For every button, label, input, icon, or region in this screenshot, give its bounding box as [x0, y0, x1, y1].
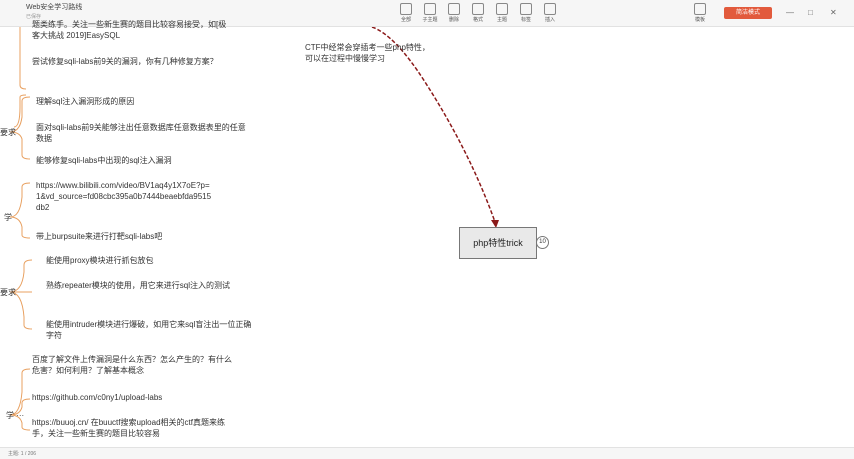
- ctf-note[interactable]: CTF中经常会穿插考一些php特性，可以在过程中慢慢学习: [305, 42, 433, 64]
- status-bar: 主题: 1 / 206: [0, 447, 854, 459]
- branch-label-upload-learn[interactable]: 学 ···: [6, 410, 24, 421]
- topic-burp-item-3[interactable]: 能使用intruder模块进行爆破，如用它来sql盲注出一位正确字符: [46, 319, 252, 341]
- tag-icon: [520, 3, 532, 15]
- topic-upload-item-3[interactable]: https://buuoj.cn/ 在buuctf搜索upload相关的ctf真…: [32, 417, 232, 439]
- delete-icon: [448, 3, 460, 15]
- topic-burp-item-2[interactable]: 熟练repeater模块的使用，用它来进行sql注入的测试: [46, 280, 252, 291]
- topic-req-item-2[interactable]: 面对sqli-labs前9关能够注出任意数据库任意数据表里的任意数据: [36, 122, 246, 144]
- layout-icon: [400, 3, 412, 15]
- toolbar-layout-button[interactable]: 全部: [394, 3, 418, 23]
- topic-req-item-1[interactable]: 理解sql注入漏洞形成的原因: [36, 96, 236, 107]
- topic-burp-item-1[interactable]: 能使用proxy模块进行抓包放包: [46, 255, 246, 266]
- topic-count: 主题: 1 / 206: [8, 451, 37, 457]
- topic-sqli-fix-question[interactable]: 尝试修复sqli-labs前9关的漏洞，你有几种修复方案？: [32, 56, 252, 67]
- toolbar-theme-button[interactable]: 主题: [490, 3, 514, 23]
- toolbar-subtopic-button[interactable]: 子主题: [418, 3, 442, 23]
- toolbar-delete-button[interactable]: 删除: [442, 3, 466, 23]
- theme-icon: [496, 3, 508, 15]
- topic-upload-item-2[interactable]: https://github.com/c0ny1/upload-labs: [32, 392, 232, 403]
- branch-label-burp-requirements[interactable]: 要求: [0, 287, 16, 298]
- topic-learn-burp[interactable]: 带上burpsuite来进行打靶sqli-labs吧: [36, 231, 246, 242]
- branch-label-learn[interactable]: 学: [4, 212, 12, 223]
- topic-req-item-3[interactable]: 能够修复sqli-labs中出现的sql注入漏洞: [36, 155, 246, 166]
- insert-icon: [544, 3, 556, 15]
- minimize-icon[interactable]: —: [786, 8, 794, 17]
- topic-upload-item-1[interactable]: 百度了解文件上传漏洞是什么东西？怎么产生的？有什么危害？如何利用？了解基本概念: [32, 354, 232, 376]
- format-icon: [472, 3, 484, 15]
- template-icon: [694, 3, 706, 15]
- template-button[interactable]: 模板: [688, 3, 712, 23]
- branch-label-requirements[interactable]: 要求: [0, 127, 16, 138]
- close-icon[interactable]: ✕: [830, 8, 837, 17]
- php-trick-topic[interactable]: php特性trick: [459, 227, 537, 259]
- collapsed-count-badge[interactable]: 10: [536, 236, 549, 249]
- document-title: Web安全学习路线: [26, 4, 83, 11]
- topic-learn-url[interactable]: https://www.bilibili.com/video/BV1aq4y1X…: [36, 180, 212, 213]
- toolbar-tag-button[interactable]: 标签: [514, 3, 538, 23]
- maximize-icon[interactable]: □: [808, 8, 813, 17]
- toolbar-insert-button[interactable]: 插入: [538, 3, 562, 23]
- simple-mode-button[interactable]: 简洁模式: [724, 7, 772, 19]
- subtopic-icon: [424, 3, 436, 15]
- mindmap-canvas[interactable]: 题类练手。关注一些新生赛的题目比较容易接受，如[极客大挑战 2019]EasyS…: [0, 20, 854, 447]
- topic-partial-top[interactable]: 题类练手。关注一些新生赛的题目比较容易接受，如[极客大挑战 2019]EasyS…: [32, 19, 232, 41]
- toolbar-format-button[interactable]: 格式: [466, 3, 490, 23]
